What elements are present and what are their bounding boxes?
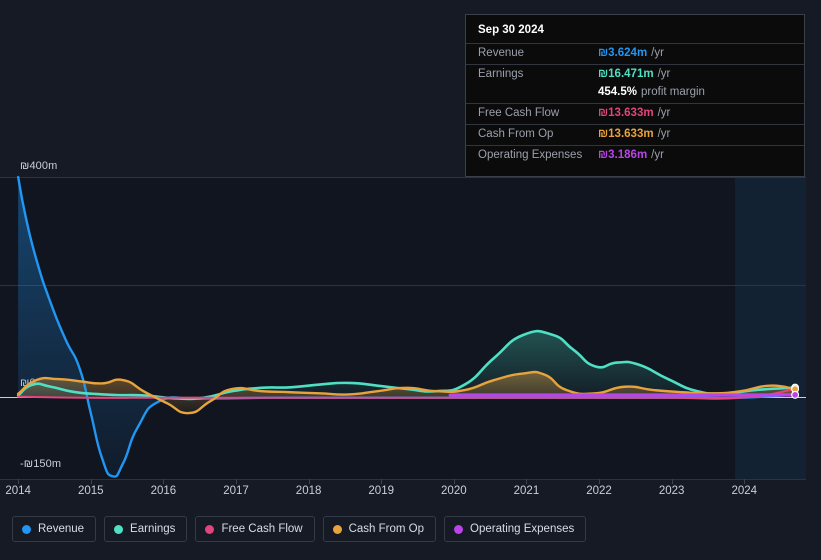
x-axis-label-2019: 2019	[368, 485, 394, 497]
tooltip-row-cash-from-op: Cash From Op ₪13.633m /yr	[466, 124, 804, 145]
legend-label: Revenue	[38, 523, 85, 535]
legend-item-cash-from-op[interactable]: Cash From Op	[322, 516, 437, 542]
x-axis-tick-2024	[744, 479, 746, 484]
tooltip-row-profit-margin: 454.5% profit margin	[466, 85, 804, 103]
x-axis-label-2022: 2022	[586, 485, 612, 497]
x-axis-tick-2019	[381, 479, 383, 484]
legend-color-dot-icon	[114, 524, 124, 534]
x-axis-tick-2016	[163, 479, 165, 484]
series-plot	[16, 175, 800, 478]
legend-color-dot-icon	[205, 524, 215, 534]
tooltip-value-profit-margin: 454.5%	[598, 86, 638, 98]
legend-label: Cash From Op	[348, 523, 425, 535]
tooltip-row-operating-expenses: Operating Expenses ₪3.186m /yr	[466, 145, 804, 166]
tooltip-date: Sep 30 2024	[478, 24, 544, 36]
x-axis-label-2024: 2024	[731, 485, 758, 497]
x-axis-tick-2018	[308, 479, 310, 484]
tooltip-unit-free-cash-flow: /yr	[657, 107, 671, 119]
x-axis-tick-2014	[18, 479, 20, 484]
tooltip-unit-revenue: /yr	[651, 47, 664, 59]
tooltip-unit-operating-expenses: /yr	[651, 149, 664, 161]
gridline-bottom	[0, 479, 806, 480]
tooltip-row-revenue: Revenue ₪3.624m /yr	[466, 43, 804, 64]
legend-color-dot-icon	[332, 524, 342, 534]
tooltip-row-earnings: Earnings ₪16.471m /yr	[466, 64, 804, 85]
data-tooltip-card: Sep 30 2024 Revenue ₪3.624m /yr Earnings…	[465, 14, 805, 177]
tooltip-label-cash-from-op: Cash From Op	[478, 128, 554, 140]
legend-item-revenue[interactable]: Revenue	[12, 516, 97, 542]
tooltip-value-operating-expenses: ₪3.186m	[598, 149, 648, 161]
x-axis-label-2015: 2015	[77, 485, 104, 497]
x-axis-label-2018: 2018	[295, 485, 322, 497]
legend-color-dot-icon	[454, 524, 464, 534]
x-axis-label-2021: 2021	[513, 485, 540, 497]
line-revenue	[16, 175, 797, 478]
x-axis-label-2020: 2020	[441, 485, 467, 497]
x-axis-label-2017: 2017	[223, 485, 249, 497]
x-axis-tick-2020	[453, 479, 455, 484]
x-axis-label-2023: 2023	[658, 485, 685, 497]
tooltip-value-revenue: ₪3.624m	[598, 47, 648, 59]
x-axis-tick-2023	[671, 479, 673, 484]
legend-color-dot-icon	[22, 524, 31, 534]
x-axis-tick-2015	[90, 479, 92, 484]
x-axis-tick-2021	[526, 479, 528, 484]
tooltip-label-free-cash-flow: Free Cash Flow	[478, 107, 560, 119]
legend-item-free-cash-flow[interactable]: Free Cash Flow	[195, 516, 315, 542]
tooltip-label-earnings: Earnings	[478, 68, 524, 80]
x-axis-tick-2017	[235, 479, 237, 484]
chart-legend: Revenue Earnings Free Cash Flow Cash From O…	[12, 516, 587, 542]
x-axis-label-2014: 2014	[5, 485, 31, 497]
legend-label: Free Cash Flow	[221, 523, 303, 535]
legend-label: Operating Expenses	[470, 523, 575, 535]
tooltip-value-earnings: ₪16.471m	[598, 68, 654, 80]
tooltip-unit-earnings: /yr	[657, 68, 671, 80]
tooltip-unit-cash-from-op: /yr	[657, 128, 671, 140]
legend-item-earnings[interactable]: Earnings	[104, 516, 188, 542]
x-axis-label-2016: 2016	[150, 485, 177, 497]
legend-label: Earnings	[130, 523, 176, 535]
series-endpoint-markers	[791, 383, 800, 399]
legend-item-operating-expenses[interactable]: Operating Expenses	[444, 516, 587, 542]
tooltip-value-cash-from-op: ₪13.633m	[598, 128, 654, 140]
tooltip-row-free-cash-flow: Free Cash Flow ₪13.633m /yr	[466, 103, 804, 124]
tooltip-label-revenue: Revenue	[478, 47, 525, 59]
tooltip-label-profit-margin: profit margin	[641, 86, 705, 98]
tooltip-value-free-cash-flow: ₪13.633m	[598, 107, 654, 119]
endpoint-operating-expenses	[791, 390, 800, 399]
y-axis-label-top: ₪400m	[20, 160, 58, 172]
x-axis-tick-2022	[599, 479, 601, 484]
series-lines	[16, 175, 797, 478]
tooltip-label-operating-expenses: Operating Expenses	[478, 149, 583, 161]
